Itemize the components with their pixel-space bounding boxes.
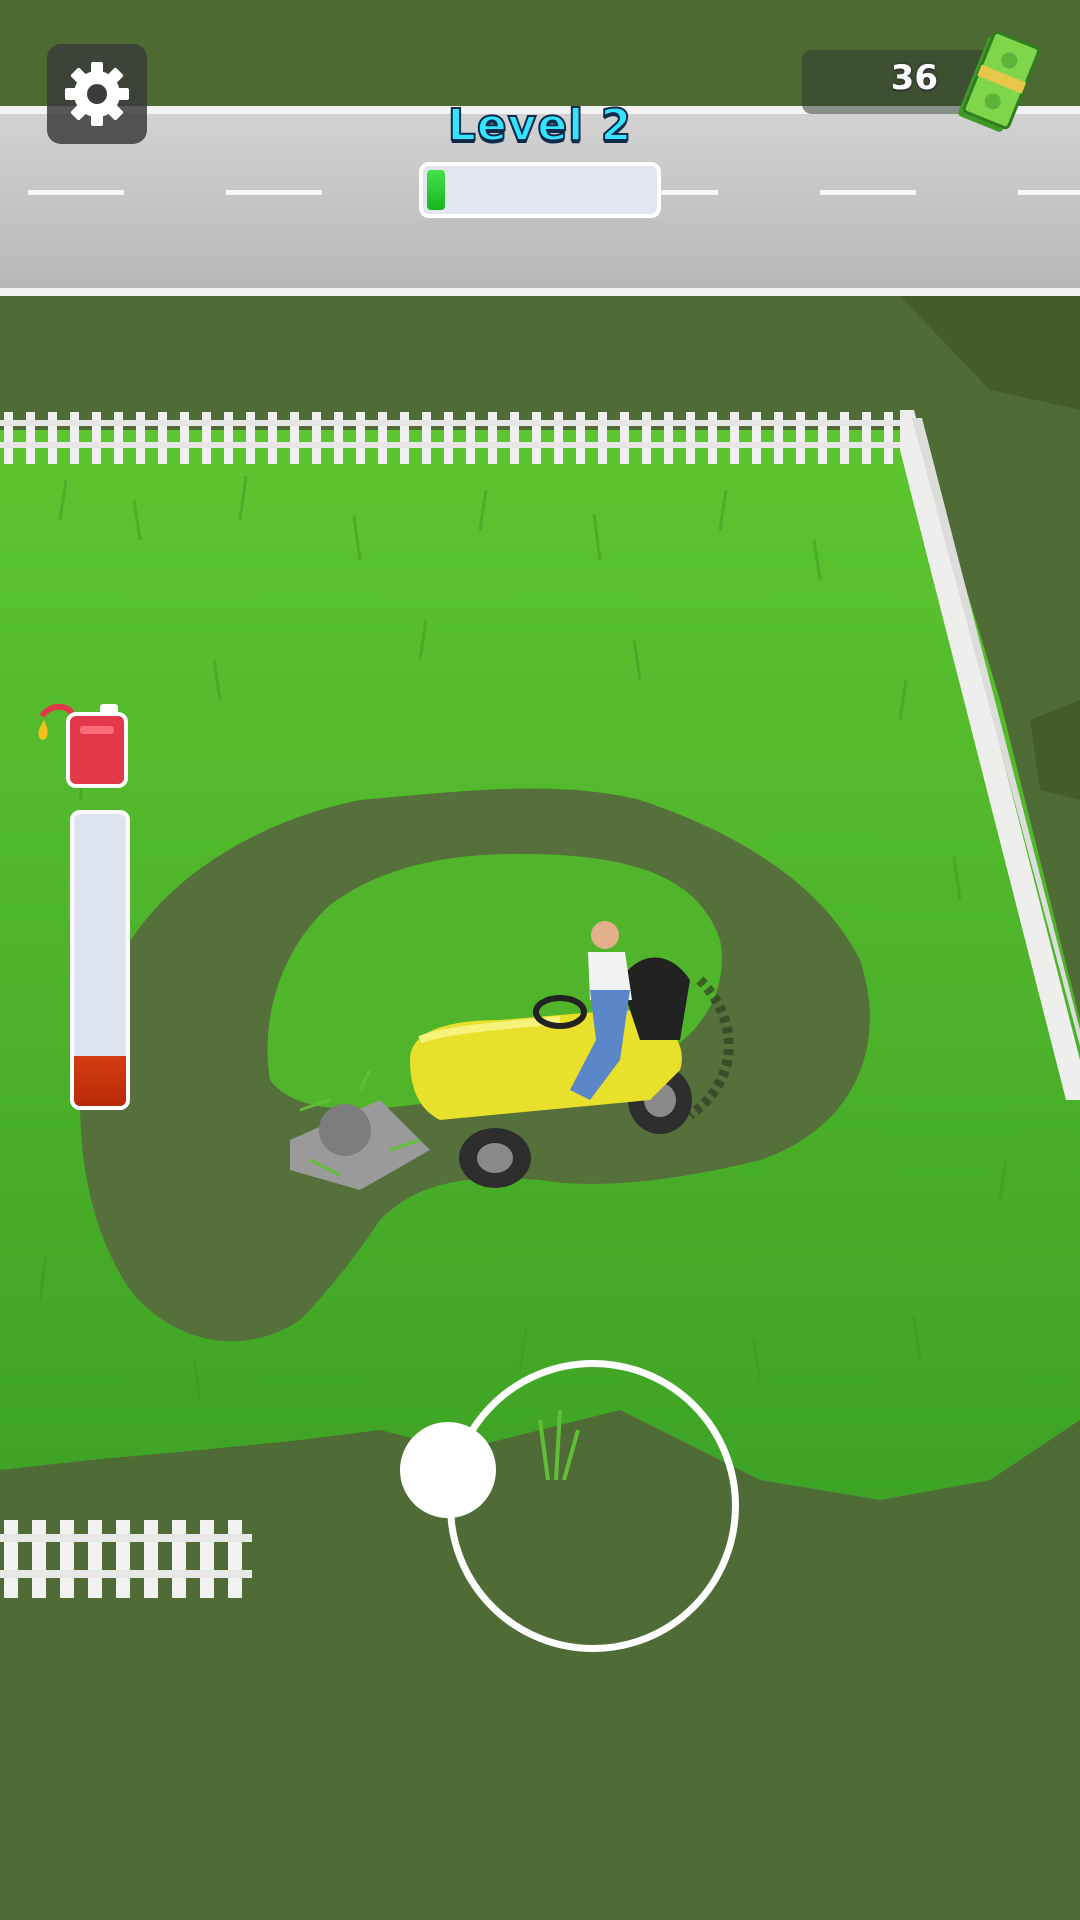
level-title: Level 2: [447, 99, 633, 152]
cash-amount: 36: [890, 58, 938, 98]
settings-button[interactable]: [47, 44, 147, 144]
fuel-can-icon: [38, 703, 128, 788]
gear-icon: [65, 62, 129, 126]
front-fence: [0, 1520, 252, 1598]
cash-stack-icon: [958, 30, 1041, 132]
joystick-ring[interactable]: [447, 1360, 739, 1652]
fuel-gauge-fill: [74, 1056, 126, 1106]
back-fence: [0, 412, 910, 464]
level-progress-fill: [427, 170, 445, 210]
joystick-knob[interactable]: [400, 1422, 496, 1518]
game-screen: 36 Level 2: [0, 0, 1080, 1920]
level-progress-bar: [419, 162, 661, 218]
fuel-gauge: [70, 810, 130, 1110]
